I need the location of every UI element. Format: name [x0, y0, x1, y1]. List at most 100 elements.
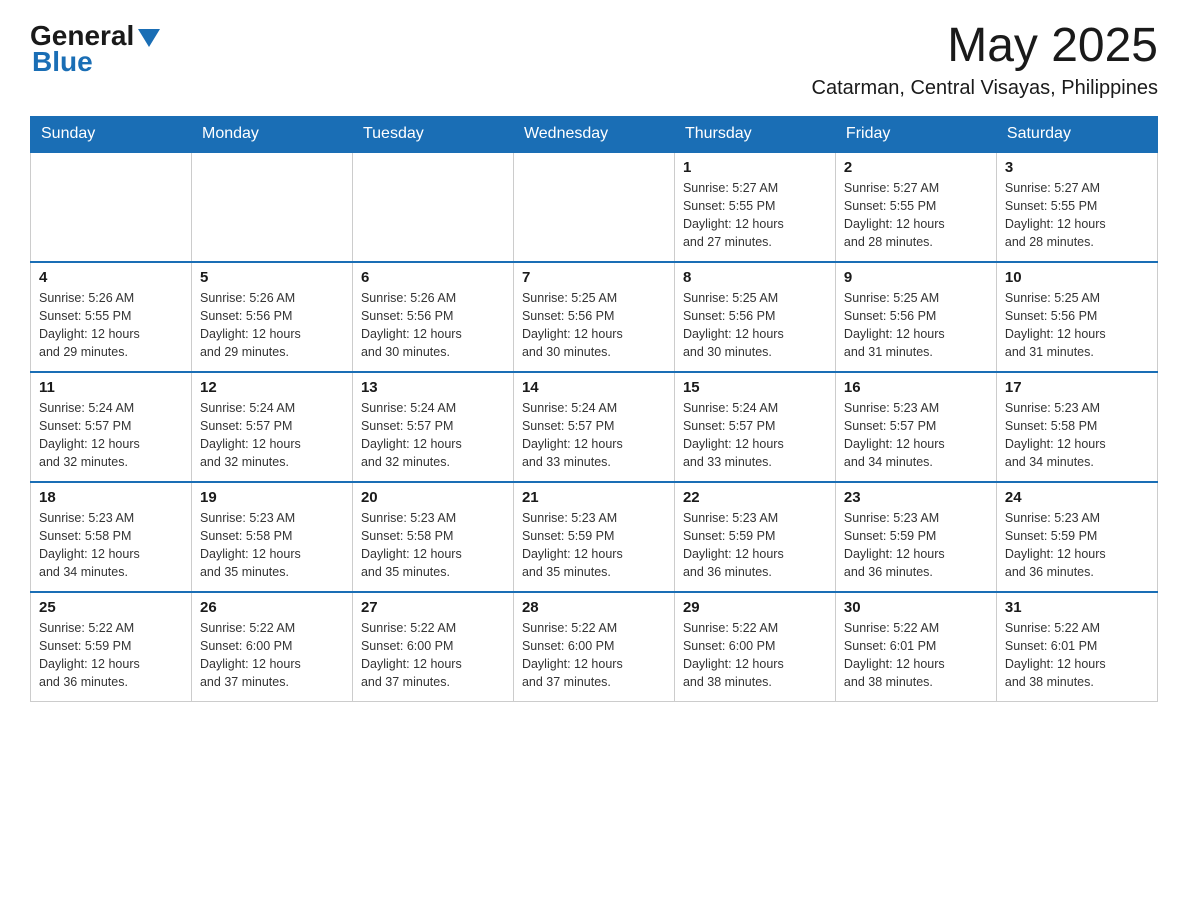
day-info-text: Sunrise: 5:23 AM Sunset: 5:59 PM Dayligh…	[522, 509, 666, 582]
col-header-monday: Monday	[191, 116, 352, 152]
day-info-text: Sunrise: 5:23 AM Sunset: 5:58 PM Dayligh…	[361, 509, 505, 582]
day-cell: 21 Sunrise: 5:23 AM Sunset: 5:59 PM Dayli…	[513, 482, 674, 592]
day-cell: 9 Sunrise: 5:25 AM Sunset: 5:56 PM Daylig…	[835, 262, 996, 372]
day-number: 4	[39, 269, 183, 286]
day-number: 27	[361, 599, 505, 616]
day-info-text: Sunrise: 5:23 AM Sunset: 5:59 PM Dayligh…	[1005, 509, 1149, 582]
day-cell: 17 Sunrise: 5:23 AM Sunset: 5:58 PM Dayli…	[996, 372, 1157, 482]
day-info-text: Sunrise: 5:26 AM Sunset: 5:56 PM Dayligh…	[200, 289, 344, 362]
day-number: 9	[844, 269, 988, 286]
day-cell	[191, 152, 352, 262]
day-cell: 3 Sunrise: 5:27 AM Sunset: 5:55 PM Daylig…	[996, 152, 1157, 262]
logo-triangle-icon	[138, 29, 160, 47]
day-cell: 15 Sunrise: 5:24 AM Sunset: 5:57 PM Dayli…	[674, 372, 835, 482]
col-header-saturday: Saturday	[996, 116, 1157, 152]
day-number: 3	[1005, 159, 1149, 176]
day-info-text: Sunrise: 5:22 AM Sunset: 6:00 PM Dayligh…	[522, 619, 666, 692]
day-number: 25	[39, 599, 183, 616]
day-cell: 18 Sunrise: 5:23 AM Sunset: 5:58 PM Dayli…	[31, 482, 192, 592]
day-number: 5	[200, 269, 344, 286]
day-cell: 22 Sunrise: 5:23 AM Sunset: 5:59 PM Dayli…	[674, 482, 835, 592]
day-info-text: Sunrise: 5:25 AM Sunset: 5:56 PM Dayligh…	[522, 289, 666, 362]
page-header: General Blue May 2025 Catarman, Central …	[30, 20, 1158, 100]
day-number: 28	[522, 599, 666, 616]
month-year-title: May 2025	[812, 20, 1158, 73]
day-number: 17	[1005, 379, 1149, 396]
day-info-text: Sunrise: 5:23 AM Sunset: 5:58 PM Dayligh…	[39, 509, 183, 582]
day-number: 20	[361, 489, 505, 506]
day-cell: 29Sunrise: 5:22 AM Sunset: 6:00 PM Dayli…	[674, 592, 835, 702]
day-number: 22	[683, 489, 827, 506]
day-cell: 8Sunrise: 5:25 AM Sunset: 5:56 PM Daylig…	[674, 262, 835, 372]
day-info-text: Sunrise: 5:25 AM Sunset: 5:56 PM Dayligh…	[683, 289, 827, 362]
day-info-text: Sunrise: 5:22 AM Sunset: 6:01 PM Dayligh…	[844, 619, 988, 692]
day-info-text: Sunrise: 5:22 AM Sunset: 6:00 PM Dayligh…	[200, 619, 344, 692]
day-info-text: Sunrise: 5:27 AM Sunset: 5:55 PM Dayligh…	[683, 179, 827, 252]
location-subtitle: Catarman, Central Visayas, Philippines	[812, 77, 1158, 100]
day-info-text: Sunrise: 5:24 AM Sunset: 5:57 PM Dayligh…	[39, 399, 183, 472]
week-row-3: 11 Sunrise: 5:24 AM Sunset: 5:57 PM Dayli…	[31, 372, 1158, 482]
day-info-text: Sunrise: 5:22 AM Sunset: 6:00 PM Dayligh…	[361, 619, 505, 692]
day-cell: 10Sunrise: 5:25 AM Sunset: 5:56 PM Dayli…	[996, 262, 1157, 372]
day-info-text: Sunrise: 5:26 AM Sunset: 5:56 PM Dayligh…	[361, 289, 505, 362]
day-info-text: Sunrise: 5:23 AM Sunset: 5:58 PM Dayligh…	[1005, 399, 1149, 472]
day-number: 26	[200, 599, 344, 616]
week-row-2: 4 Sunrise: 5:26 AM Sunset: 5:55 PM Daylig…	[31, 262, 1158, 372]
day-cell: 7 Sunrise: 5:25 AM Sunset: 5:56 PM Daylig…	[513, 262, 674, 372]
day-info-text: Sunrise: 5:24 AM Sunset: 5:57 PM Dayligh…	[522, 399, 666, 472]
header-right: May 2025 Catarman, Central Visayas, Phil…	[812, 20, 1158, 100]
day-info-text: Sunrise: 5:23 AM Sunset: 5:57 PM Dayligh…	[844, 399, 988, 472]
day-info-text: Sunrise: 5:23 AM Sunset: 5:59 PM Dayligh…	[683, 509, 827, 582]
day-info-text: Sunrise: 5:23 AM Sunset: 5:58 PM Dayligh…	[200, 509, 344, 582]
week-row-5: 25 Sunrise: 5:22 AM Sunset: 5:59 PM Dayli…	[31, 592, 1158, 702]
day-cell: 13Sunrise: 5:24 AM Sunset: 5:57 PM Dayli…	[352, 372, 513, 482]
day-number: 31	[1005, 599, 1149, 616]
day-cell: 20 Sunrise: 5:23 AM Sunset: 5:58 PM Dayli…	[352, 482, 513, 592]
day-cell: 5 Sunrise: 5:26 AM Sunset: 5:56 PM Daylig…	[191, 262, 352, 372]
week-row-1: 1 Sunrise: 5:27 AM Sunset: 5:55 PM Daylig…	[31, 152, 1158, 262]
day-info-text: Sunrise: 5:22 AM Sunset: 6:01 PM Dayligh…	[1005, 619, 1149, 692]
day-cell: 28 Sunrise: 5:22 AM Sunset: 6:00 PM Dayli…	[513, 592, 674, 702]
day-cell: 6 Sunrise: 5:26 AM Sunset: 5:56 PM Daylig…	[352, 262, 513, 372]
day-cell: 27 Sunrise: 5:22 AM Sunset: 6:00 PM Dayli…	[352, 592, 513, 702]
day-cell: 23Sunrise: 5:23 AM Sunset: 5:59 PM Dayli…	[835, 482, 996, 592]
day-number: 23	[844, 489, 988, 506]
day-cell: 14 Sunrise: 5:24 AM Sunset: 5:57 PM Dayli…	[513, 372, 674, 482]
day-cell: 25 Sunrise: 5:22 AM Sunset: 5:59 PM Dayli…	[31, 592, 192, 702]
day-info-text: Sunrise: 5:25 AM Sunset: 5:56 PM Dayligh…	[1005, 289, 1149, 362]
col-header-friday: Friday	[835, 116, 996, 152]
day-info-text: Sunrise: 5:24 AM Sunset: 5:57 PM Dayligh…	[683, 399, 827, 472]
day-number: 18	[39, 489, 183, 506]
day-cell: 4 Sunrise: 5:26 AM Sunset: 5:55 PM Daylig…	[31, 262, 192, 372]
day-info-text: Sunrise: 5:22 AM Sunset: 6:00 PM Dayligh…	[683, 619, 827, 692]
day-cell: 26 Sunrise: 5:22 AM Sunset: 6:00 PM Dayli…	[191, 592, 352, 702]
col-header-sunday: Sunday	[31, 116, 192, 152]
day-info-text: Sunrise: 5:25 AM Sunset: 5:56 PM Dayligh…	[844, 289, 988, 362]
logo-blue-text: Blue	[32, 46, 93, 78]
day-number: 16	[844, 379, 988, 396]
day-info-text: Sunrise: 5:22 AM Sunset: 5:59 PM Dayligh…	[39, 619, 183, 692]
day-number: 19	[200, 489, 344, 506]
day-cell	[352, 152, 513, 262]
calendar-table: SundayMondayTuesdayWednesdayThursdayFrid…	[30, 116, 1158, 703]
day-info-text: Sunrise: 5:26 AM Sunset: 5:55 PM Dayligh…	[39, 289, 183, 362]
logo: General Blue	[30, 20, 160, 78]
day-number: 15	[683, 379, 827, 396]
day-cell: 30 Sunrise: 5:22 AM Sunset: 6:01 PM Dayli…	[835, 592, 996, 702]
day-cell: 19 Sunrise: 5:23 AM Sunset: 5:58 PM Dayli…	[191, 482, 352, 592]
week-row-4: 18 Sunrise: 5:23 AM Sunset: 5:58 PM Dayli…	[31, 482, 1158, 592]
day-number: 14	[522, 379, 666, 396]
day-number: 1	[683, 159, 827, 176]
day-number: 2	[844, 159, 988, 176]
day-cell: 16 Sunrise: 5:23 AM Sunset: 5:57 PM Dayli…	[835, 372, 996, 482]
day-number: 21	[522, 489, 666, 506]
col-header-wednesday: Wednesday	[513, 116, 674, 152]
day-number: 11	[39, 379, 183, 396]
day-number: 30	[844, 599, 988, 616]
day-number: 12	[200, 379, 344, 396]
day-number: 24	[1005, 489, 1149, 506]
day-number: 6	[361, 269, 505, 286]
day-number: 7	[522, 269, 666, 286]
day-info-text: Sunrise: 5:27 AM Sunset: 5:55 PM Dayligh…	[1005, 179, 1149, 252]
col-header-tuesday: Tuesday	[352, 116, 513, 152]
